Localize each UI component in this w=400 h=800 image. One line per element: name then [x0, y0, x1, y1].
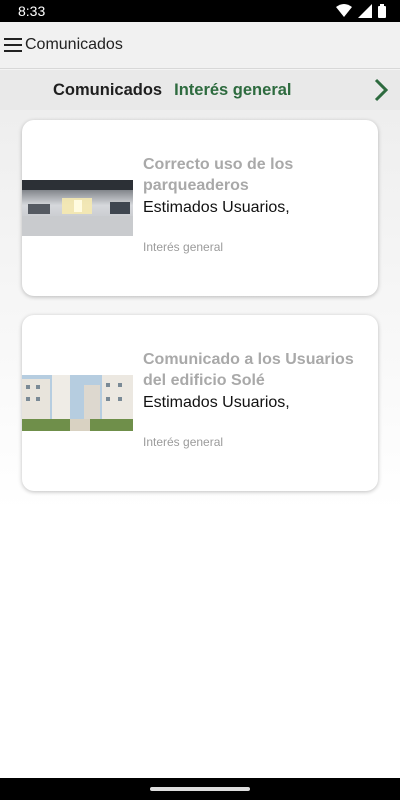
status-icons — [336, 4, 386, 18]
app-bar: Comunicados — [0, 22, 400, 69]
status-bar: 8:33 — [0, 0, 400, 22]
card-category: Interés general — [143, 435, 224, 449]
tab-comunicados[interactable]: Comunicados — [53, 81, 162, 100]
menu-icon — [4, 38, 22, 52]
battery-icon — [378, 4, 386, 18]
signal-icon — [358, 4, 372, 18]
home-gesture-handle[interactable] — [150, 787, 250, 791]
card-title: Comunicado a los Usuarios del edificio S… — [143, 351, 354, 389]
status-time: 8:33 — [18, 3, 46, 19]
tab-interes-general[interactable]: Interés general — [174, 81, 291, 100]
card-image-buildings — [22, 375, 133, 431]
wifi-icon — [336, 4, 352, 17]
card-image-parking — [22, 180, 133, 236]
tabs-next-button[interactable] — [368, 76, 394, 104]
page-title: Comunicados — [25, 36, 123, 53]
card-excerpt: Estimados Usuarios, — [143, 394, 290, 411]
card-excerpt: Estimados Usuarios, — [143, 199, 290, 216]
content-area: Correcto uso de los parqueaderos Estimad… — [0, 110, 400, 778]
card-title: Correcto uso de los parqueaderos — [143, 156, 294, 194]
system-nav-bar — [0, 778, 400, 800]
chevron-right-icon — [374, 78, 388, 102]
menu-button[interactable] — [2, 34, 24, 56]
card-category: Interés general — [143, 240, 224, 254]
tab-bar: Comunicados Interés general — [0, 70, 400, 110]
news-card[interactable]: Comunicado a los Usuarios del edificio S… — [22, 315, 378, 491]
news-card[interactable]: Correcto uso de los parqueaderos Estimad… — [22, 120, 378, 296]
